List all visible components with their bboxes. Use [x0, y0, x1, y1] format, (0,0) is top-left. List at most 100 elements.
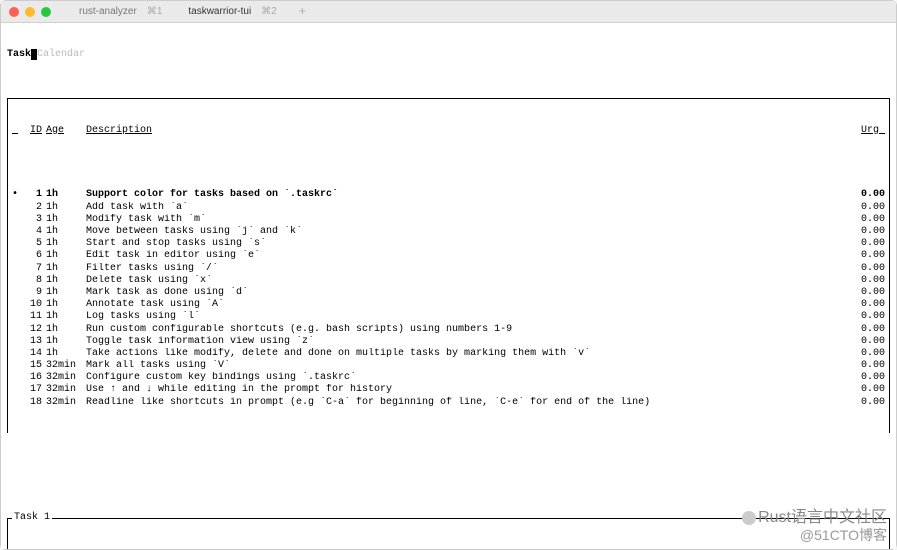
row-marker — [12, 348, 22, 360]
row-urgency: 0.00 — [851, 348, 885, 360]
task-row[interactable]: 111hLog tasks using `l`0.00 — [12, 311, 885, 323]
row-urgency: 0.00 — [851, 214, 885, 226]
row-marker — [12, 214, 22, 226]
row-age: 32min — [46, 384, 86, 396]
task-row[interactable]: 21hAdd task with `a`0.00 — [12, 202, 885, 214]
task-row[interactable]: 121hRun custom configurable shortcuts (e… — [12, 324, 885, 336]
watermark: Rust语言中文社区 @51CTO博客 — [742, 508, 887, 544]
row-age: 1h — [46, 287, 86, 299]
col-age: Age — [46, 125, 86, 137]
row-id: 10 — [22, 299, 46, 311]
row-marker — [12, 238, 22, 250]
row-age: 1h — [46, 324, 86, 336]
row-description: Toggle task information view using `z` — [86, 336, 851, 348]
row-urgency: 0.00 — [851, 287, 885, 299]
row-marker — [12, 202, 22, 214]
row-id: 15 — [22, 360, 46, 372]
row-urgency: 0.00 — [851, 275, 885, 287]
row-id: 14 — [22, 348, 46, 360]
task-list-header: ID Age Description Urg — [12, 125, 885, 137]
row-description: Annotate task using `A` — [86, 299, 851, 311]
traffic-lights — [9, 7, 51, 17]
task-row[interactable]: 1532minMark all tasks using `V`0.00 — [12, 360, 885, 372]
row-description: Modify task with `m` — [86, 214, 851, 226]
row-id: 3 — [22, 214, 46, 226]
row-id: 4 — [22, 226, 46, 238]
new-tab-button[interactable]: + — [293, 5, 312, 19]
row-age: 32min — [46, 372, 86, 384]
row-marker — [12, 384, 22, 396]
task-row[interactable]: 81hDelete task using `x`0.00 — [12, 275, 885, 287]
close-icon[interactable] — [9, 7, 19, 17]
row-marker — [12, 275, 22, 287]
row-description: Run custom configurable shortcuts (e.g. … — [86, 324, 851, 336]
row-age: 1h — [46, 348, 86, 360]
row-marker — [12, 324, 22, 336]
task-row[interactable]: 51hStart and stop tasks using `s`0.00 — [12, 238, 885, 250]
row-id: 18 — [22, 397, 46, 409]
task-row[interactable]: 41hMove between tasks using `j` and `k`0… — [12, 226, 885, 238]
os-tab-label: taskwarrior-tui — [188, 6, 251, 17]
row-id: 6 — [22, 250, 46, 262]
task-row[interactable]: 1632minConfigure custom key bindings usi… — [12, 372, 885, 384]
row-id: 8 — [22, 275, 46, 287]
row-description: Mark all tasks using `V` — [86, 360, 851, 372]
row-urgency: 0.00 — [851, 397, 885, 409]
minimize-icon[interactable] — [25, 7, 35, 17]
os-tab-label: rust-analyzer — [79, 6, 137, 17]
col-id: ID — [22, 125, 46, 137]
row-id: 13 — [22, 336, 46, 348]
row-id: 12 — [22, 324, 46, 336]
task-row[interactable]: 61hEdit task in editor using `e`0.00 — [12, 250, 885, 262]
row-description: Delete task using `x` — [86, 275, 851, 287]
row-urgency: 0.00 — [851, 360, 885, 372]
col-description: Description — [86, 125, 851, 137]
row-age: 1h — [46, 250, 86, 262]
row-id: 7 — [22, 263, 46, 275]
row-marker — [12, 250, 22, 262]
row-urgency: 0.00 — [851, 263, 885, 275]
row-urgency: 0.00 — [851, 384, 885, 396]
row-description: Move between tasks using `j` and `k` — [86, 226, 851, 238]
row-description: Readline like shortcuts in prompt (e.g `… — [86, 397, 851, 409]
maximize-icon[interactable] — [41, 7, 51, 17]
row-description: Log tasks using `l` — [86, 311, 851, 323]
task-rows: •11hSupport color for tasks based on `.t… — [12, 189, 885, 408]
row-id: 5 — [22, 238, 46, 250]
os-tab-taskwarrior[interactable]: taskwarrior-tui ⌘2 — [178, 4, 286, 19]
row-marker — [12, 311, 22, 323]
os-tab-badge: ⌘1 — [147, 6, 163, 17]
terminal-area: Task Calendar ID Age Description Urg •11h… — [1, 23, 896, 549]
os-tab-rust-analyzer[interactable]: rust-analyzer ⌘1 — [69, 4, 172, 19]
row-urgency: 0.00 — [851, 299, 885, 311]
row-urgency: 0.00 — [851, 202, 885, 214]
row-description: Use ↑ and ↓ while editing in the prompt … — [86, 384, 851, 396]
task-row[interactable]: 71hFilter tasks using `/`0.00 — [12, 263, 885, 275]
row-urgency: 0.00 — [851, 372, 885, 384]
row-age: 1h — [46, 336, 86, 348]
task-row[interactable]: 1832minReadline like shortcuts in prompt… — [12, 397, 885, 409]
task-row[interactable]: 141hTake actions like modify, delete and… — [12, 348, 885, 360]
row-age: 1h — [46, 275, 86, 287]
row-description: Start and stop tasks using `s` — [86, 238, 851, 250]
row-marker — [12, 299, 22, 311]
task-row[interactable]: 31hModify task with `m`0.00 — [12, 214, 885, 226]
tui-tab-calendar[interactable]: Calendar — [37, 49, 85, 61]
tui-tab-task[interactable]: Task — [7, 49, 31, 61]
row-urgency: 0.00 — [851, 238, 885, 250]
row-marker — [12, 372, 22, 384]
row-urgency: 0.00 — [851, 226, 885, 238]
row-age: 32min — [46, 397, 86, 409]
task-row[interactable]: 131hToggle task information view using `… — [12, 336, 885, 348]
task-row[interactable]: 1732minUse ↑ and ↓ while editing in the … — [12, 384, 885, 396]
app-window: rust-analyzer ⌘1 taskwarrior-tui ⌘2 + Ta… — [0, 0, 897, 550]
task-row[interactable]: 101hAnnotate task using `A`0.00 — [12, 299, 885, 311]
tui-tabs: Task Calendar — [7, 49, 890, 61]
task-row[interactable]: 91hMark task as done using `d`0.00 — [12, 287, 885, 299]
row-urgency: 0.00 — [851, 324, 885, 336]
row-age: 1h — [46, 202, 86, 214]
row-id: 16 — [22, 372, 46, 384]
row-age: 1h — [46, 189, 86, 201]
task-row[interactable]: •11hSupport color for tasks based on `.t… — [12, 189, 885, 201]
row-description: Add task with `a` — [86, 202, 851, 214]
